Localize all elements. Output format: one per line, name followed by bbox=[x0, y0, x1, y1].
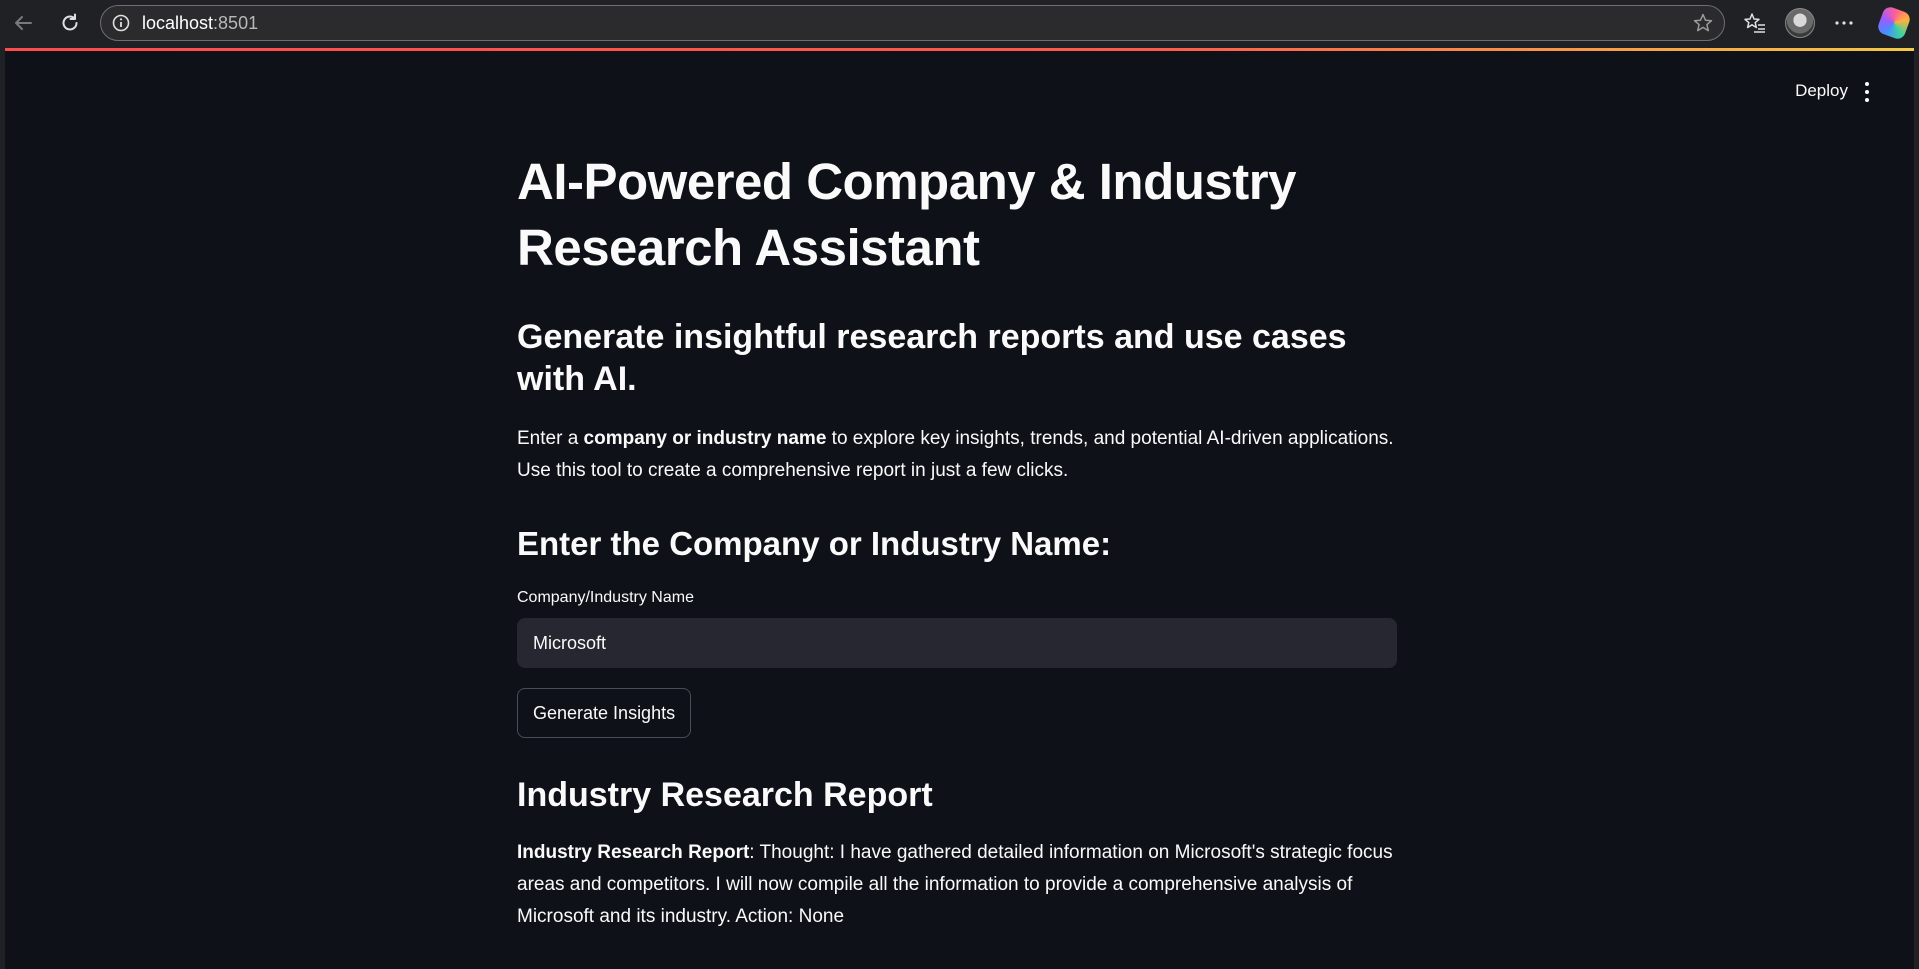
url-text[interactable]: localhost:8501 bbox=[142, 6, 258, 40]
favorite-star-icon[interactable] bbox=[1692, 12, 1714, 34]
page-title: AI-Powered Company & Industry Research A… bbox=[517, 153, 1296, 276]
page-subtitle: Generate insightful research reports and… bbox=[517, 318, 1347, 398]
more-options-button[interactable] bbox=[1830, 9, 1858, 37]
info-icon[interactable] bbox=[111, 13, 131, 33]
address-bar[interactable]: localhost:8501 bbox=[100, 5, 1725, 41]
more-horizontal-icon bbox=[1835, 21, 1853, 25]
favorites-list-icon bbox=[1744, 13, 1765, 33]
back-arrow-icon bbox=[15, 16, 32, 30]
intro-bold: company or industry name bbox=[583, 428, 827, 449]
input-section-heading: Enter the Company or Industry Name: bbox=[517, 525, 1112, 562]
generate-insights-button[interactable]: Generate Insights bbox=[517, 688, 692, 738]
report-text: Industry Research Report: Thought: I hav… bbox=[517, 837, 1397, 933]
browser-toolbar: localhost:8501 bbox=[0, 0, 1919, 46]
back-button[interactable] bbox=[8, 8, 38, 38]
profile-avatar[interactable] bbox=[1785, 8, 1815, 38]
report-bold-label: Industry Research Report bbox=[517, 842, 750, 863]
favorites-button[interactable] bbox=[1741, 9, 1769, 37]
main-menu-icon[interactable] bbox=[1864, 82, 1870, 102]
company-name-input[interactable] bbox=[517, 618, 1397, 668]
deploy-button[interactable]: Deploy bbox=[1795, 81, 1848, 101]
copilot-icon[interactable] bbox=[1876, 5, 1912, 41]
url-port: :8501 bbox=[213, 13, 259, 33]
company-input-label: Company/Industry Name bbox=[517, 589, 694, 606]
reload-button[interactable] bbox=[55, 8, 85, 38]
intro-prefix: Enter a bbox=[517, 428, 584, 449]
url-host: localhost bbox=[142, 13, 214, 33]
report-heading: Industry Research Report bbox=[517, 776, 933, 814]
reload-icon bbox=[62, 13, 78, 31]
intro-paragraph: Enter a company or industry name to expl… bbox=[517, 423, 1397, 487]
app-container: Deploy AI-Powered Company & Industry Res… bbox=[5, 51, 1914, 969]
